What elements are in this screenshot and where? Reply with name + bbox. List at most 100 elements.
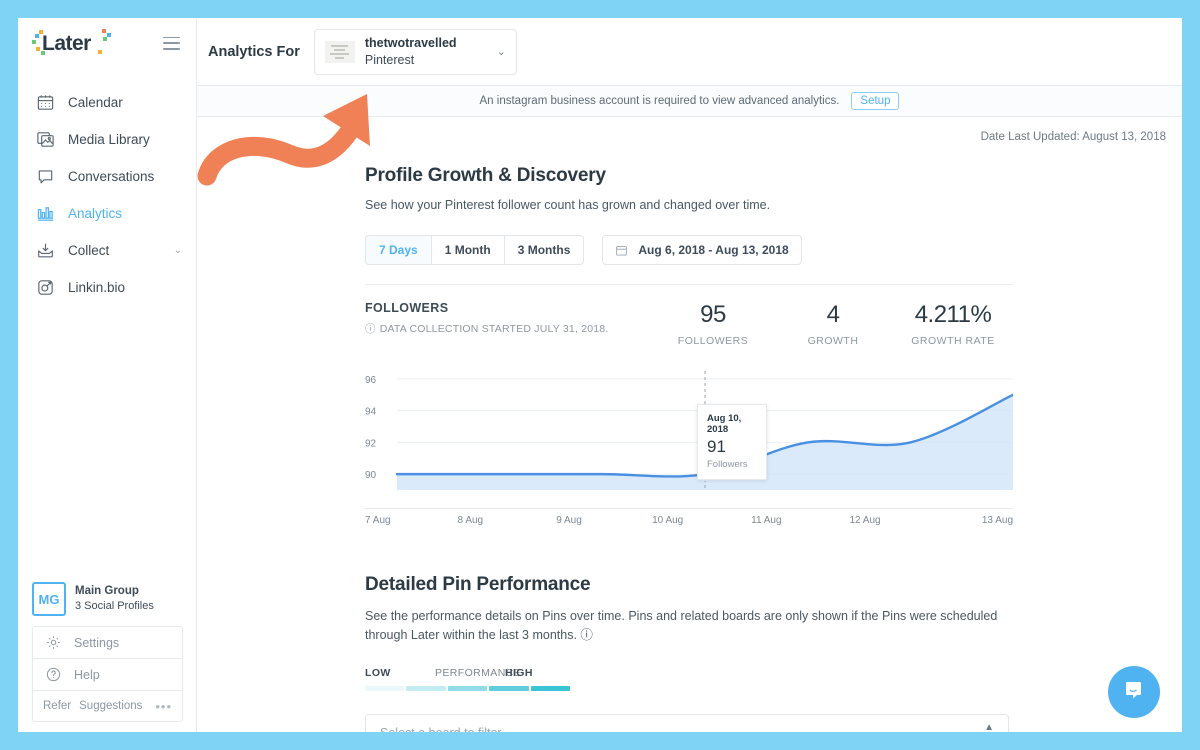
sidebar-item-label: Conversations — [68, 169, 155, 184]
range-segmented-control: 7 Days 1 Month 3 Months — [365, 235, 585, 265]
analytics-icon — [34, 203, 56, 225]
x-axis-tick: 9 Aug — [556, 515, 582, 526]
group-name: Main Group — [75, 585, 139, 598]
group-subtitle: 3 Social Profiles — [75, 600, 154, 613]
suggestions-link[interactable]: Suggestions — [79, 700, 142, 712]
account-selector-dropdown[interactable]: thetwotravelled Pinterest ⌄ — [313, 28, 517, 75]
info-icon: ⓘ — [365, 323, 376, 335]
tooltip-date: Aug 10, 2018 — [707, 413, 742, 435]
stat-value: 4.211% — [914, 301, 992, 328]
svg-text:96: 96 — [365, 375, 377, 386]
gradient-segment — [530, 685, 571, 691]
linkinbio-icon — [34, 277, 56, 299]
followers-chart[interactable]: 90 92 94 96 Aug 10, 2018 91 Followers — [365, 363, 1015, 508]
question-icon — [43, 665, 63, 685]
x-axis-tick: 11 Aug — [751, 515, 782, 526]
x-axis-tick: 7 Aug — [365, 515, 391, 526]
account-avatar — [324, 40, 355, 63]
sidebar-item-conversations[interactable]: Conversations — [18, 158, 196, 195]
date-range-picker[interactable]: Aug 6, 2018 - Aug 13, 2018 — [602, 235, 802, 265]
last-updated-text: Date Last Updated: August 13, 2018 — [980, 131, 1166, 143]
x-axis-tick: 8 Aug — [457, 515, 484, 526]
avatar: MG — [32, 582, 66, 616]
x-axis-tick: 13 Aug — [981, 515, 1014, 526]
calendar-icon — [34, 92, 56, 114]
sidebar-item-media-library[interactable]: Media Library — [18, 121, 196, 158]
sidebar-item-settings[interactable]: Settings — [33, 627, 182, 659]
stat-caption: GROWTH RATE — [911, 335, 995, 347]
info-icon[interactable]: ⓘ — [580, 628, 593, 642]
performance-gradient-bar — [365, 685, 571, 691]
sidebar-item-help[interactable]: Help — [33, 659, 182, 691]
analytics-content: Profile Growth & Discovery See how your … — [197, 143, 1182, 732]
conversations-icon — [34, 166, 56, 188]
stats-row: FOLLOWERS ⓘ DATA COLLECTION STARTED JULY… — [365, 301, 1013, 347]
more-options-icon[interactable]: ••• — [155, 699, 172, 714]
divider — [365, 284, 1013, 285]
sidebar-item-label: Calendar — [68, 95, 123, 110]
sidebar-item-label: Media Library — [68, 132, 150, 147]
group-selector[interactable]: MG Main Group 3 Social Profiles — [32, 582, 183, 616]
hamburger-menu-icon[interactable] — [163, 36, 180, 50]
refer-link[interactable]: Refer — [43, 700, 71, 712]
collect-icon — [34, 240, 56, 262]
stat-followers: 95 FOLLOWERS — [653, 301, 773, 347]
sidebar-item-analytics[interactable]: Analytics — [18, 195, 196, 232]
sidebar-item-label: Collect — [68, 243, 110, 258]
x-axis-tick: 12 Aug — [849, 515, 881, 526]
sidebar-item-label: Settings — [74, 635, 120, 650]
profile-growth-subtitle: See how your Pinterest follower count ha… — [365, 198, 771, 212]
setup-button[interactable]: Setup — [851, 92, 900, 110]
pin-performance-subtitle-text: See the performance details on Pins over… — [365, 609, 998, 642]
range-tab-7-days[interactable]: 7 Days — [366, 236, 432, 264]
chevron-down-icon: ⌄ — [173, 245, 182, 256]
sidebar-utility-menu: Settings Help Refer Suggestions ••• — [32, 626, 183, 722]
performance-scale-labels: LOW PERFORMANCE HIGH — [365, 667, 575, 679]
svg-text:90: 90 — [365, 470, 377, 481]
pin-performance-subtitle: See the performance details on Pins over… — [365, 607, 1003, 645]
page-title: Analytics For — [208, 43, 300, 60]
chart-x-axis: 7 Aug 8 Aug 9 Aug 10 Aug 11 Aug 12 Aug 13 Aug — [365, 508, 1013, 526]
main-content: Analytics For thetwotravelled Pinterest … — [197, 18, 1182, 732]
later-logo[interactable]: Later — [32, 28, 128, 58]
stat-growth-rate: 4.211% GROWTH RATE — [893, 301, 1013, 347]
media-library-icon — [34, 129, 56, 151]
stat-value: 4 — [826, 301, 840, 328]
range-tab-1-month[interactable]: 1 Month — [431, 236, 505, 264]
sidebar-footer: MG Main Group 3 Social Profiles Settings — [18, 582, 197, 722]
sidebar-item-label: Analytics — [68, 206, 123, 221]
sidebar-item-linkinbio[interactable]: Linkin.bio — [18, 269, 196, 306]
sidebar-nav: Calendar Media Library Conversations Ana… — [18, 84, 196, 306]
stat-value: 95 — [700, 301, 726, 328]
chat-widget-button[interactable] — [1108, 666, 1160, 718]
chat-bubble-icon — [1122, 678, 1146, 707]
sidebar-item-collect[interactable]: Collect ⌄ — [18, 232, 196, 269]
pin-performance-title: Detailed Pin Performance — [365, 574, 591, 595]
board-filter-placeholder: Select a board to filter — [380, 726, 502, 733]
scale-middle-label: PERFORMANCE — [435, 666, 522, 679]
refer-suggestions-row: Refer Suggestions ••• — [33, 691, 182, 721]
gradient-segment — [365, 685, 405, 691]
scale-high-label: HIGH — [505, 666, 533, 679]
calendar-icon — [615, 244, 628, 257]
notice-bar: An instagram business account is require… — [197, 86, 1182, 117]
svg-text:92: 92 — [365, 438, 377, 449]
sidebar-item-calendar[interactable]: Calendar — [18, 84, 196, 121]
tooltip-value: 91 — [707, 437, 726, 456]
gradient-segment — [489, 685, 529, 691]
topbar: Analytics For thetwotravelled Pinterest … — [197, 18, 1182, 86]
pin-performance-section: Detailed Pin Performance See the perform… — [365, 574, 1182, 732]
account-name: thetwotravelled — [364, 35, 457, 50]
sidebar-header: Later — [18, 18, 196, 68]
board-filter-select[interactable]: Select a board to filter ▲▼ — [365, 713, 1009, 733]
sidebar: Later Calendar Media Library Conversatio… — [18, 18, 197, 732]
range-controls: 7 Days 1 Month 3 Months Aug 6, 2018 - Au… — [365, 235, 1182, 265]
range-tab-3-months[interactable]: 3 Months — [504, 236, 584, 264]
app-window: Later Calendar Media Library Conversatio… — [18, 18, 1182, 732]
gradient-segment — [447, 685, 488, 691]
account-platform: Pinterest — [364, 52, 415, 67]
data-collection-text: DATA COLLECTION STARTED JULY 31, 2018. — [379, 322, 609, 335]
tooltip-caption: Followers — [707, 459, 748, 470]
data-collection-note: ⓘ DATA COLLECTION STARTED JULY 31, 2018. — [365, 321, 653, 336]
x-axis-tick: 10 Aug — [652, 515, 684, 526]
